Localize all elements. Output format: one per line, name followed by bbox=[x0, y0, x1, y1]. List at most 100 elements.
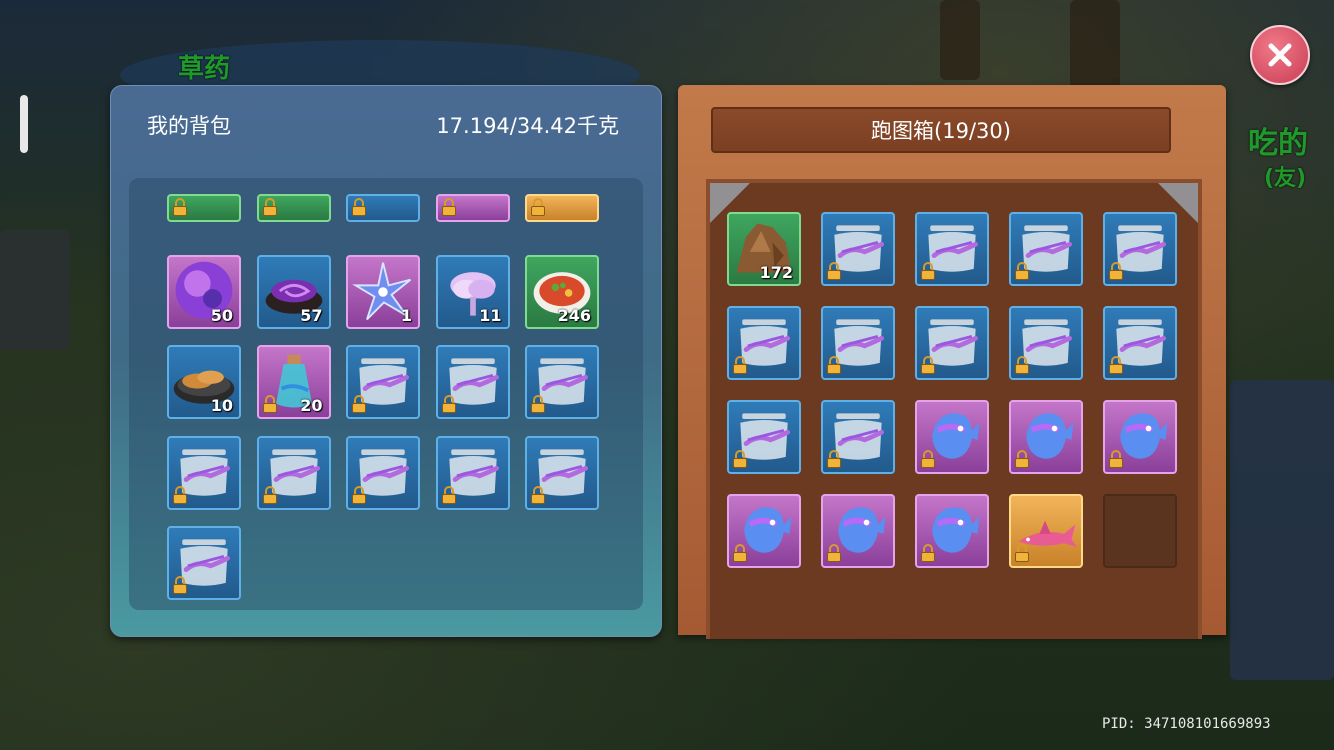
inventory-slot[interactable] bbox=[1009, 306, 1083, 380]
inventory-slot[interactable] bbox=[821, 306, 895, 380]
close-button[interactable] bbox=[1250, 25, 1310, 85]
lock-icon bbox=[262, 198, 277, 216]
inventory-slot[interactable] bbox=[346, 194, 420, 222]
inventory-slot[interactable] bbox=[435, 194, 510, 222]
inventory-slot[interactable] bbox=[256, 194, 331, 222]
inventory-slot[interactable] bbox=[1103, 212, 1177, 286]
inventory-slot[interactable] bbox=[915, 400, 989, 474]
inventory-slot[interactable] bbox=[915, 494, 989, 568]
inventory-slot[interactable] bbox=[821, 494, 895, 568]
inventory-slot[interactable] bbox=[256, 435, 331, 510]
inventory-slot[interactable] bbox=[435, 345, 510, 419]
close-icon bbox=[1268, 43, 1292, 67]
lock-icon bbox=[827, 450, 841, 468]
lock-icon bbox=[1015, 262, 1029, 280]
backpack-grid[interactable]: 50 57 1 11 246 10 20 bbox=[129, 178, 643, 610]
inventory-slot[interactable] bbox=[821, 400, 895, 474]
item-count: 57 bbox=[300, 305, 323, 325]
lock-icon bbox=[352, 485, 366, 504]
lock-icon bbox=[531, 485, 545, 504]
food-world-label: 吃的 bbox=[1248, 126, 1308, 161]
scene-rock bbox=[940, 0, 980, 80]
lock-icon bbox=[1015, 544, 1029, 562]
backpack-panel: 我的背包 17.194/34.42千克 50 57 1 11 246 10 20 bbox=[110, 85, 662, 637]
inventory-slot[interactable] bbox=[1009, 212, 1083, 286]
lock-icon bbox=[352, 198, 366, 216]
inventory-slot[interactable] bbox=[821, 212, 895, 286]
lock-icon bbox=[173, 198, 187, 216]
inventory-slot[interactable] bbox=[525, 435, 599, 510]
inventory-slot[interactable] bbox=[1009, 400, 1083, 474]
lock-icon bbox=[1109, 356, 1123, 374]
scene-rock bbox=[0, 230, 70, 350]
inventory-slot[interactable] bbox=[1103, 400, 1177, 474]
inventory-slot[interactable] bbox=[1009, 494, 1083, 568]
backpack-weight: 17.194/34.42千克 bbox=[436, 114, 619, 138]
inventory-slot[interactable] bbox=[525, 194, 599, 222]
inventory-slot[interactable] bbox=[915, 212, 989, 286]
chest-title: 跑图箱(19/30) bbox=[711, 107, 1171, 153]
inventory-slot[interactable]: 50 bbox=[167, 254, 241, 329]
lock-icon bbox=[921, 356, 935, 374]
friend-world-label: (友) bbox=[1264, 166, 1307, 191]
item-count: 10 bbox=[210, 396, 233, 415]
inventory-slot[interactable] bbox=[346, 435, 420, 510]
inventory-slot[interactable]: 1 bbox=[346, 254, 420, 329]
herb-world-label: 草药 bbox=[178, 54, 231, 84]
lock-icon bbox=[733, 356, 747, 374]
lock-icon bbox=[733, 450, 747, 468]
lock-icon bbox=[173, 576, 187, 594]
inventory-slot[interactable]: 172 bbox=[727, 212, 801, 286]
lock-icon bbox=[441, 485, 456, 504]
item-count: 172 bbox=[759, 263, 793, 282]
inventory-slot[interactable] bbox=[346, 345, 420, 419]
lock-icon bbox=[1015, 356, 1029, 374]
inventory-slot[interactable] bbox=[727, 494, 801, 568]
inventory-slot[interactable]: 57 bbox=[256, 254, 331, 329]
inventory-slot[interactable] bbox=[727, 400, 801, 474]
lock-icon bbox=[827, 356, 841, 374]
scroll-indicator bbox=[20, 95, 28, 153]
lock-icon bbox=[531, 395, 545, 413]
chest-panel: 跑图箱(19/30) 172 bbox=[678, 85, 1226, 639]
inventory-slot[interactable] bbox=[167, 526, 241, 600]
lock-icon bbox=[262, 485, 277, 504]
lock-icon bbox=[1109, 450, 1123, 468]
lock-icon bbox=[262, 395, 277, 413]
pid-label: PID: 347108101669893 bbox=[1102, 716, 1271, 732]
empty-slot[interactable] bbox=[1103, 494, 1177, 568]
lock-icon bbox=[352, 395, 366, 413]
lock-icon bbox=[921, 544, 935, 562]
inventory-slot[interactable]: 11 bbox=[435, 254, 510, 329]
lock-icon bbox=[921, 450, 935, 468]
inventory-slot[interactable] bbox=[167, 435, 241, 510]
inventory-slot[interactable] bbox=[167, 194, 241, 222]
inventory-slot[interactable] bbox=[1103, 306, 1177, 380]
item-count: 1 bbox=[400, 305, 412, 325]
item-count: 11 bbox=[479, 305, 502, 325]
inventory-slot[interactable]: 20 bbox=[256, 345, 331, 419]
scene-rock bbox=[1230, 380, 1334, 680]
lock-icon bbox=[921, 262, 935, 280]
lock-icon bbox=[733, 544, 747, 562]
inventory-slot[interactable]: 246 bbox=[525, 254, 599, 329]
backpack-title: 我的背包 bbox=[147, 114, 231, 138]
inventory-slot[interactable] bbox=[435, 435, 510, 510]
backpack-header: 我的背包 17.194/34.42千克 bbox=[111, 86, 661, 164]
inventory-slot[interactable] bbox=[915, 306, 989, 380]
chest-grid[interactable]: 172 bbox=[706, 179, 1202, 639]
scene-rock bbox=[1070, 0, 1120, 90]
lock-icon bbox=[441, 198, 456, 216]
lock-icon bbox=[827, 544, 841, 562]
lock-icon bbox=[1109, 262, 1123, 280]
lock-icon bbox=[827, 262, 841, 280]
inventory-slot[interactable]: 10 bbox=[167, 345, 241, 419]
inventory-slot[interactable] bbox=[525, 345, 599, 419]
inventory-slot[interactable] bbox=[727, 306, 801, 380]
lock-icon bbox=[441, 395, 456, 413]
item-count: 50 bbox=[210, 305, 233, 325]
item-count: 20 bbox=[300, 396, 323, 415]
lock-icon bbox=[531, 198, 545, 216]
item-count: 246 bbox=[557, 305, 591, 325]
lock-icon bbox=[173, 485, 187, 504]
